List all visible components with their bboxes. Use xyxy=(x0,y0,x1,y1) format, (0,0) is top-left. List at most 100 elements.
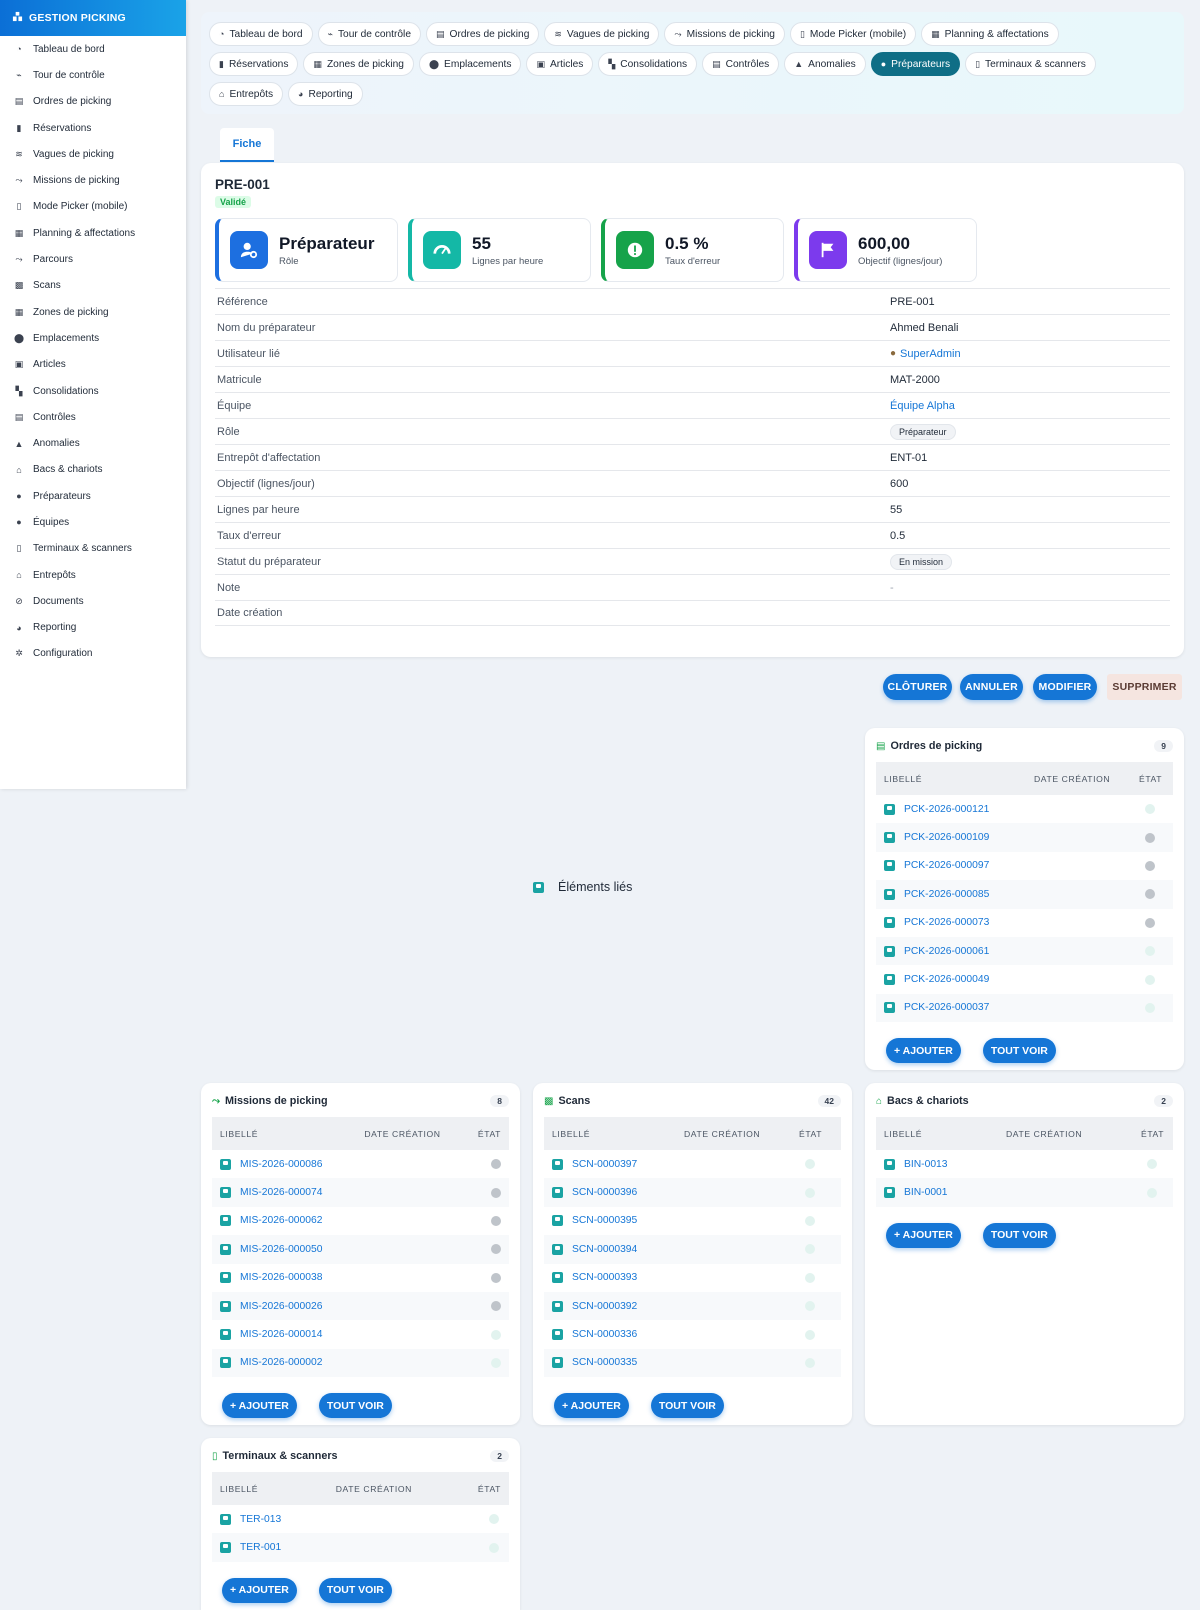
nav-pill-mode-picker-mobile[interactable]: ▯ Mode Picker (mobile) xyxy=(789,22,917,46)
sidebar-item-missions-de-picking[interactable]: ⤳ Missions de picking xyxy=(0,167,186,193)
record-link[interactable]: MIS-2026-000050 xyxy=(240,1244,322,1255)
col-date-creation[interactable]: DATE CRÉATION xyxy=(1034,774,1139,784)
record-link[interactable]: PCK-2026-000061 xyxy=(904,946,989,957)
record-link[interactable]: PCK-2026-000121 xyxy=(904,804,989,815)
table-row[interactable]: SCN-0000393 xyxy=(544,1264,841,1292)
sidebar-item-consolidations[interactable]: ▚ Consolidations xyxy=(0,378,186,404)
add-button[interactable]: + AJOUTER xyxy=(886,1222,961,1248)
record-link[interactable]: TER-001 xyxy=(240,1542,281,1553)
record-link[interactable]: PCK-2026-000073 xyxy=(904,917,989,928)
nav-pill-zones-de-picking[interactable]: ▦ Zones de picking xyxy=(303,52,414,76)
table-row[interactable]: PCK-2026-000109 xyxy=(876,823,1173,852)
nav-pill-emplacements[interactable]: ⬤ Emplacements xyxy=(418,52,522,76)
record-link[interactable]: PCK-2026-000049 xyxy=(904,974,989,985)
nav-pill-anomalies[interactable]: ▲ Anomalies xyxy=(784,52,866,76)
sidebar-item-planning-affectations[interactable]: ▦ Planning & affectations xyxy=(0,220,186,246)
nav-pill-consolidations[interactable]: ▚ Consolidations xyxy=(598,52,698,76)
table-row[interactable]: MIS-2026-000086 xyxy=(212,1150,509,1178)
table-row[interactable]: TER-013 xyxy=(212,1505,509,1533)
sidebar-item-mode-picker-mobile[interactable]: ▯ Mode Picker (mobile) xyxy=(0,194,186,220)
table-row[interactable]: MIS-2026-000062 xyxy=(212,1207,509,1235)
sidebar-item-vagues-de-picking[interactable]: ≋ Vagues de picking xyxy=(0,141,186,167)
sidebar-item-zones-de-picking[interactable]: ▦ Zones de picking xyxy=(0,299,186,325)
tab-fiche[interactable]: Fiche xyxy=(220,128,274,162)
col-libelle[interactable]: LIBELLÉ xyxy=(220,1129,364,1139)
nav-pill-preparateurs[interactable]: ● Préparateurs xyxy=(870,52,961,76)
record-link[interactable]: MIS-2026-000014 xyxy=(240,1329,322,1340)
view-all-button[interactable]: TOUT VOIR xyxy=(318,1393,392,1419)
sidebar-item-terminaux-scanners[interactable]: ▯ Terminaux & scanners xyxy=(0,536,186,562)
col-etat[interactable]: ÉTAT xyxy=(478,1129,501,1139)
col-libelle[interactable]: LIBELLÉ xyxy=(884,1129,1006,1139)
table-row[interactable]: PCK-2026-000061 xyxy=(876,936,1173,966)
nav-pill-reservations[interactable]: ▮ Réservations xyxy=(209,52,299,76)
table-row[interactable]: SCN-0000397 xyxy=(544,1150,841,1178)
nav-pill-vagues-de-picking[interactable]: ≋ Vagues de picking xyxy=(544,22,660,46)
record-link[interactable]: SCN-0000335 xyxy=(572,1357,637,1368)
nav-pill-controles[interactable]: ▤ Contrôles xyxy=(702,52,780,76)
table-row[interactable]: PCK-2026-000085 xyxy=(876,880,1173,909)
record-link[interactable]: BIN-0013 xyxy=(904,1159,948,1170)
table-row[interactable]: PCK-2026-000073 xyxy=(876,909,1173,937)
col-etat[interactable]: ÉTAT xyxy=(1141,1129,1164,1139)
sidebar-item-tableau-de-bord[interactable]: ◔ Tableau de bord xyxy=(0,36,186,62)
record-link[interactable]: MIS-2026-000074 xyxy=(240,1187,322,1198)
view-all-button[interactable]: TOUT VOIR xyxy=(982,1038,1056,1064)
sidebar-item-reporting[interactable]: ◕ Reporting xyxy=(0,615,186,641)
col-etat[interactable]: ÉTAT xyxy=(478,1484,501,1494)
nav-pill-ordres-de-picking[interactable]: ▤ Ordres de picking xyxy=(426,22,540,46)
col-etat[interactable]: ÉTAT xyxy=(799,1129,822,1139)
record-link[interactable]: PCK-2026-000097 xyxy=(904,860,989,871)
col-libelle[interactable]: LIBELLÉ xyxy=(884,774,1034,784)
sidebar-item-reservations[interactable]: ▮ Réservations xyxy=(0,115,186,141)
record-link[interactable]: SCN-0000397 xyxy=(572,1159,637,1170)
col-date-creation[interactable]: DATE CRÉATION xyxy=(684,1129,799,1139)
table-row[interactable]: MIS-2026-000026 xyxy=(212,1291,509,1321)
record-link[interactable]: SCN-0000396 xyxy=(572,1187,637,1198)
sidebar-item-articles[interactable]: ▣ Articles xyxy=(0,352,186,378)
sidebar-item-ordres-de-picking[interactable]: ▤ Ordres de picking xyxy=(0,89,186,115)
sidebar-item-entrepots[interactable]: ⌂ Entrepôts xyxy=(0,562,186,588)
table-row[interactable]: MIS-2026-000050 xyxy=(212,1235,509,1264)
team-link[interactable]: Équipe Alpha xyxy=(890,400,955,412)
view-all-button[interactable]: TOUT VOIR xyxy=(318,1577,392,1603)
nav-pill-reporting[interactable]: ◕ Reporting xyxy=(288,82,363,106)
record-link[interactable]: MIS-2026-000062 xyxy=(240,1215,322,1226)
table-row[interactable]: SCN-0000336 xyxy=(544,1320,841,1348)
record-link[interactable]: SCN-0000336 xyxy=(572,1329,637,1340)
add-button[interactable]: + AJOUTER xyxy=(222,1393,297,1419)
table-row[interactable]: PCK-2026-000037 xyxy=(876,993,1173,1023)
record-link[interactable]: SCN-0000393 xyxy=(572,1272,637,1283)
delete-button[interactable]: SUPPRIMER xyxy=(1107,674,1182,700)
nav-pill-terminaux-scanners[interactable]: ▯ Terminaux & scanners xyxy=(965,52,1096,76)
table-row[interactable]: TER-001 xyxy=(212,1533,509,1562)
col-date-creation[interactable]: DATE CRÉATION xyxy=(336,1484,478,1494)
record-link[interactable]: TER-013 xyxy=(240,1514,281,1525)
sidebar-item-bacs-chariots[interactable]: ⌂ Bacs & chariots xyxy=(0,457,186,483)
table-row[interactable]: BIN-0013 xyxy=(876,1150,1173,1178)
col-date-creation[interactable]: DATE CRÉATION xyxy=(364,1129,478,1139)
record-link[interactable]: PCK-2026-000037 xyxy=(904,1002,989,1013)
record-link[interactable]: BIN-0001 xyxy=(904,1187,948,1198)
table-row[interactable]: PCK-2026-000121 xyxy=(876,795,1173,823)
add-button[interactable]: + AJOUTER xyxy=(222,1577,297,1603)
table-row[interactable]: SCN-0000395 xyxy=(544,1207,841,1235)
sidebar-item-parcours[interactable]: ⤳ Parcours xyxy=(0,246,186,272)
linked-user-link[interactable]: SuperAdmin xyxy=(900,348,961,360)
record-link[interactable]: SCN-0000395 xyxy=(572,1215,637,1226)
table-row[interactable]: MIS-2026-000014 xyxy=(212,1320,509,1348)
sidebar-item-preparateurs[interactable]: ● Préparateurs xyxy=(0,483,186,509)
table-row[interactable]: SCN-0000335 xyxy=(544,1348,841,1378)
record-link[interactable]: MIS-2026-000086 xyxy=(240,1159,322,1170)
nav-pill-planning-affectations[interactable]: ▦ Planning & affectations xyxy=(921,22,1059,46)
table-row[interactable]: BIN-0001 xyxy=(876,1178,1173,1207)
col-libelle[interactable]: LIBELLÉ xyxy=(220,1484,336,1494)
cancel-button[interactable]: ANNULER xyxy=(960,674,1023,700)
col-libelle[interactable]: LIBELLÉ xyxy=(552,1129,684,1139)
nav-pill-articles[interactable]: ▣ Articles xyxy=(526,52,594,76)
record-link[interactable]: SCN-0000392 xyxy=(572,1301,637,1312)
sidebar-item-documents[interactable]: ⊘ Documents xyxy=(0,588,186,614)
sidebar-item-tour-de-controle[interactable]: ⌁ Tour de contrôle xyxy=(0,62,186,88)
sidebar-item-emplacements[interactable]: ⬤ Emplacements xyxy=(0,325,186,351)
col-etat[interactable]: ÉTAT xyxy=(1139,774,1162,784)
